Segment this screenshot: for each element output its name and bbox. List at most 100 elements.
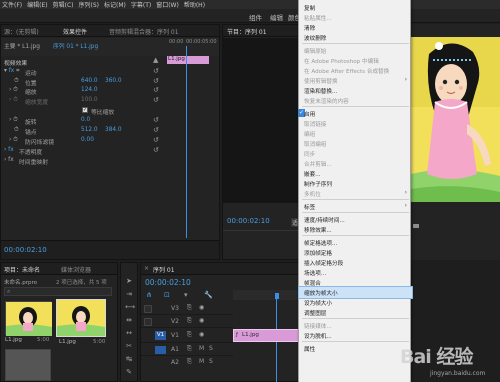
project-search-input[interactable]: ⌕: [4, 287, 112, 296]
track-select-icon[interactable]: ⇥: [125, 290, 133, 298]
menu-2[interactable]: 剪辑(C): [53, 0, 74, 9]
workspace-tab-editing[interactable]: 编辑: [270, 12, 283, 22]
scale-row[interactable]: › ⏱ 缩放 124.0 ↺: [1, 86, 166, 96]
submenu-arrow-icon: ›: [404, 202, 407, 209]
scroll-up-icon[interactable]: ▲: [153, 56, 158, 64]
tab-audio-clip-mixer[interactable]: 音频剪辑混合器：序列 01: [109, 27, 179, 36]
project-item-duration-2: 5:00: [93, 339, 106, 345]
tab-project[interactable]: 项目：未命名: [4, 265, 40, 274]
tab-effect-controls[interactable]: 效果控件: [63, 27, 87, 36]
motion-row[interactable]: ▾ fx ⌗ 运动 ↺: [1, 67, 166, 77]
solo-button[interactable]: S: [209, 345, 213, 352]
context-menu-item[interactable]: 波纹删除: [299, 32, 412, 43]
solo-button[interactable]: S: [209, 358, 213, 365]
context-menu-item[interactable]: 多机位 ›: [299, 188, 412, 199]
eye-icon[interactable]: ◉: [199, 304, 204, 311]
menu-0[interactable]: 文件(F): [2, 0, 22, 9]
timeline-ruler[interactable]: [233, 290, 299, 300]
rate-stretch-icon[interactable]: ↔: [125, 329, 133, 337]
context-menu-item[interactable]: 属性: [299, 343, 412, 354]
menu-3[interactable]: 序列(S): [79, 0, 100, 9]
effect-clip-bar[interactable]: L1.jpg: [167, 56, 209, 64]
context-menu-item[interactable]: 标签 ›: [299, 201, 412, 212]
eye-icon[interactable]: ◉: [199, 331, 204, 338]
track-a2[interactable]: A2 ⎘ M S: [141, 357, 233, 369]
track-a1[interactable]: A1 ⎘ M S: [141, 344, 233, 356]
reset-icon[interactable]: ↺: [153, 77, 159, 85]
context-menu-item[interactable]: 调整图层: [299, 307, 412, 318]
menu-7[interactable]: 帮助(H): [184, 0, 205, 9]
lock-icon[interactable]: [144, 318, 152, 326]
reset-icon[interactable]: ↺: [153, 96, 159, 104]
reset-icon[interactable]: ↺: [153, 126, 159, 134]
menu-4[interactable]: 标记(M): [104, 0, 126, 9]
tab-program[interactable]: 节目：序列 01: [227, 27, 267, 36]
track-v1[interactable]: V1 V1 ⎘ ◉: [141, 329, 233, 343]
close-icon[interactable]: ×: [144, 265, 149, 272]
effect-timecode[interactable]: 00:00:02:10: [4, 246, 47, 254]
context-menu-item-label: 标签: [304, 205, 316, 211]
rotation-row[interactable]: › ⏱ 旋转 0.0 ↺: [1, 116, 166, 126]
project-item-name-2[interactable]: L1.jpg: [59, 339, 76, 345]
workspace-tab-assembly[interactable]: 组件: [249, 12, 262, 22]
track-v3[interactable]: V3 ⎘ ◉: [141, 303, 233, 315]
project-item-thumb-3[interactable]: [5, 349, 51, 381]
project-item-thumb-2[interactable]: [56, 299, 106, 337]
mute-button[interactable]: M: [199, 345, 204, 352]
stopwatch-icon[interactable]: ⏱: [14, 78, 19, 85]
tab-sequence[interactable]: 序列 01: [153, 265, 175, 274]
selection-tool-icon[interactable]: ➤: [125, 277, 133, 285]
razor-icon[interactable]: ✂: [125, 342, 133, 350]
context-menu-item[interactable]: 恢复未渲染的内容: [299, 95, 412, 106]
sync-lock-icon[interactable]: ⎘: [187, 331, 192, 339]
context-menu-item[interactable]: 设为脱机...: [299, 330, 412, 341]
sync-lock-icon[interactable]: ⎘: [187, 317, 192, 325]
uniform-scale-row[interactable]: ✓ 等比缩放: [1, 106, 166, 116]
reset-icon[interactable]: ↺: [153, 86, 159, 94]
snap-icon[interactable]: ⋔: [146, 291, 152, 299]
uniform-scale-checkbox[interactable]: ✓: [82, 107, 88, 113]
sync-lock-icon[interactable]: ⎘: [187, 345, 192, 353]
menu-6[interactable]: 窗口(W): [156, 0, 179, 9]
sync-lock-icon[interactable]: ⎘: [187, 304, 192, 312]
reset-icon[interactable]: ↺: [153, 136, 159, 144]
tab-source[interactable]: 源：(无剪辑): [4, 27, 39, 36]
mute-button[interactable]: M: [199, 358, 204, 365]
lock-icon[interactable]: [144, 305, 152, 313]
menu-separator: [302, 235, 409, 236]
reset-icon[interactable]: ↺: [153, 146, 159, 154]
project-item-name-1[interactable]: L1.jpg: [5, 337, 22, 343]
sequence-clip-label[interactable]: 序列 01 * L1.jpg: [53, 41, 98, 50]
reset-icon[interactable]: ↺: [153, 116, 159, 124]
opacity-row[interactable]: › fx 不透明度 ↺: [1, 146, 166, 156]
tab-media-browser[interactable]: 媒体浏览器: [61, 265, 91, 274]
tools-panel: ➤ ⇥ ⟷ ⇹ ↔ ✂ ↹ ✎: [120, 262, 138, 382]
anti-flicker-row[interactable]: › ⏱ 防闪烁滤镜 0.00 ↺: [1, 136, 166, 146]
slip-icon[interactable]: ↹: [125, 355, 133, 363]
menu-1[interactable]: 编辑(E): [27, 0, 47, 9]
eye-icon[interactable]: ◉: [199, 317, 204, 324]
link-icon[interactable]: ⊡: [164, 291, 170, 299]
source-patch-a1[interactable]: [155, 346, 166, 354]
program-timecode[interactable]: 00:00:02:10: [227, 217, 270, 225]
timeline-clip[interactable]: ƒ L1.jpg: [233, 329, 299, 342]
submenu-arrow-icon: ›: [404, 189, 407, 196]
pen-icon[interactable]: ✎: [125, 368, 133, 376]
project-item-thumb-1[interactable]: [5, 301, 52, 336]
reset-icon[interactable]: ↺: [153, 67, 159, 75]
context-menu-item[interactable]: 移除效果...: [299, 224, 412, 235]
anchor-row[interactable]: ⏱ 锚点 512.0 384.0 ↺: [1, 126, 166, 136]
ripple-edit-icon[interactable]: ⟷: [125, 303, 135, 311]
wrench-icon[interactable]: 🔧: [204, 291, 213, 299]
menu-5[interactable]: 字幕(T): [131, 0, 151, 9]
project-folder-label[interactable]: 未命名.prpro: [4, 278, 37, 286]
effect-playhead[interactable]: [186, 46, 187, 238]
time-remap-row[interactable]: › fx 时间重映射: [1, 156, 166, 166]
source-patch-v1[interactable]: V1: [155, 331, 166, 340]
marker-icon[interactable]: ▾: [184, 291, 188, 299]
sync-lock-icon[interactable]: ⎘: [187, 358, 192, 366]
track-v2[interactable]: V2 ⎘ ◉: [141, 316, 233, 328]
timeline-timecode[interactable]: 00:00:02:10: [145, 278, 191, 287]
master-clip-label[interactable]: 主要 * L1.jpg: [4, 41, 40, 50]
rolling-edit-icon[interactable]: ⇹: [125, 316, 133, 324]
